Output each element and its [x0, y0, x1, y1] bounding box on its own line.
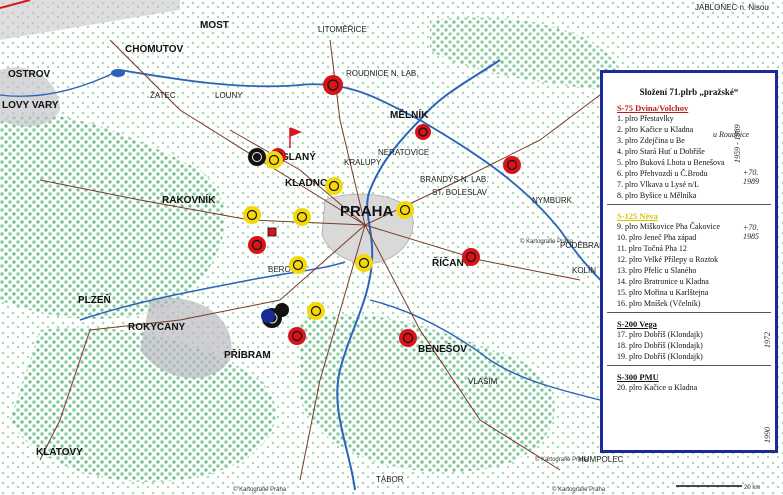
hq-square-marker — [267, 227, 277, 237]
marker-red-benesov — [399, 329, 417, 347]
legend-item: 11. plro Točná Pha 12 — [617, 244, 687, 253]
scale-label: 20 km — [744, 485, 760, 491]
town-pribram: PŘÍBRAM — [224, 348, 271, 361]
legend-item: 14. plro Bratronice u Kladna — [617, 277, 709, 286]
town-rakovnik: RAKOVNÍK — [162, 193, 216, 206]
credit-2: © Kartografie Praha — [552, 486, 606, 493]
handwritten-roudnice: u Roudnice — [713, 130, 750, 139]
legend-divider — [607, 312, 771, 313]
handwritten-years-2: 1972 - 1985 — [763, 332, 775, 348]
town-plzen: PLZEŇ — [78, 293, 111, 306]
legend-item: 18. plro Dobříš (Klondajk) — [617, 341, 703, 350]
legend-section-s75: S-75 Dvina/Volchov 1. plro Přestavlky 2.… — [603, 103, 775, 201]
marker-red-melnik — [415, 124, 431, 140]
town-nymburk: NYMBURK — [532, 196, 573, 205]
town-vlasim: VLAŠIM — [468, 377, 498, 386]
marker-yellow-1 — [265, 151, 283, 169]
legend-section-title-s300: S-300 PMU — [617, 372, 659, 382]
marker-black-3 — [275, 303, 289, 317]
town-rokycany: ROKYCANY — [128, 322, 186, 333]
legend-section-title-s200: S-200 Vega — [617, 319, 657, 329]
legend-item: 8. plro Byšice u Mělníka — [617, 191, 697, 200]
town-slany: SLANÝ — [282, 150, 316, 163]
town-chomutov: CHOMUTOV — [125, 44, 183, 55]
legend-title: Složení 71.plrb „pražské“ — [639, 87, 739, 97]
legend-item: 19. plro Dobříš (Klondajk) — [617, 352, 703, 361]
marker-yellow-5 — [293, 208, 311, 226]
town-boleslav: ST. BOLESLAV — [432, 188, 488, 197]
town-litomerice: LITOMĚŘICE — [318, 25, 367, 34]
legend-item: 16. plro Mníšek (Včelník) — [617, 299, 701, 308]
town-neratovice: NERATOVICE — [378, 148, 429, 157]
legend-item: 12. plro Velké Přílepy u Roztok — [617, 255, 719, 264]
marker-red-kladno — [248, 236, 266, 254]
town-tabor: TÁBOR — [376, 475, 404, 484]
credit-3: © Kartografie Praha — [520, 238, 574, 245]
legend-item: 15. plro Mořina u Karlštejna — [617, 288, 709, 297]
town-kladno: KLADNO — [285, 178, 328, 189]
marker-red-dobris — [288, 327, 306, 345]
marker-yellow-4 — [243, 206, 261, 224]
town-zatec: ŽATEC — [150, 91, 176, 100]
legend-divider — [607, 365, 771, 366]
marker-yellow-2 — [325, 177, 343, 195]
town-most: MOST — [200, 20, 229, 31]
legend-section-s200: S-200 Vega 17. plro Dobříš (Klondajk) 18… — [603, 319, 775, 362]
town-brandys: BRANDÝS N. LAB. — [420, 175, 488, 184]
marker-blue — [261, 309, 275, 323]
town-praha: PRAHA — [340, 203, 394, 220]
handwritten-note-2: +70. 1985 — [743, 223, 759, 241]
marker-red-roudnice — [323, 75, 343, 95]
handwritten-years-3: 1990 — [763, 427, 772, 443]
town-melnik: MĚLNÍK — [390, 108, 429, 121]
legend-item: 17. plro Dobříš (Klondajk) — [617, 330, 703, 339]
legend-section-title-s75: S-75 Dvina/Volchov — [617, 103, 689, 113]
legend-item: 13. plro Přelíc u Slaného — [617, 266, 697, 275]
credit-4: © Kartografie Praha — [535, 456, 589, 463]
legend-divider — [607, 204, 771, 205]
town-ostrov: OSTROV — [8, 69, 51, 80]
marker-red-lysa — [503, 156, 521, 174]
marker-red-ricany — [462, 248, 480, 266]
marker-yellow-6 — [289, 256, 307, 274]
legend-item: 20. plro Kačice u Kladna — [617, 383, 698, 392]
marker-yellow-7 — [355, 254, 373, 272]
legend-item: 5. plro Buková Lhota u Benešova — [617, 158, 725, 167]
town-kvary: LOVY VARY — [2, 100, 59, 111]
handwritten-note-1: +70. 1989 — [743, 168, 759, 186]
reservoir — [111, 69, 125, 77]
marker-yellow-3 — [396, 201, 414, 219]
handwritten-years-1: 1959 - 1989 — [733, 124, 742, 163]
town-benesov: BENEŠOV — [418, 342, 467, 355]
legend-section-s300: S-300 PMU 20. plro Kačice u Kladna — [603, 372, 775, 393]
town-kralupy: KRALUPY — [344, 158, 382, 167]
legend-item: 1. plro Přestavlky — [617, 114, 674, 123]
town-jablonec: JABLONEC n. Nisou — [695, 3, 769, 12]
town-klatovy: KLATOVY — [36, 447, 83, 458]
marker-yellow-8 — [307, 302, 325, 320]
legend-section-title-s125: S-125 Něva — [617, 211, 658, 221]
credit-1: © Kartografie Praha — [233, 486, 287, 493]
town-louny: LOUNY — [215, 91, 243, 100]
legend-box: Složení 71.plrb „pražské“ S-75 Dvina/Vol… — [600, 70, 778, 453]
town-kolin: KOLÍN — [572, 266, 596, 275]
legend-item: 4. plro Stará Huť u Dobříše — [617, 147, 705, 156]
town-roudnice: ROUDNICE N. LAB. — [346, 69, 418, 78]
marker-black-1 — [248, 148, 266, 166]
